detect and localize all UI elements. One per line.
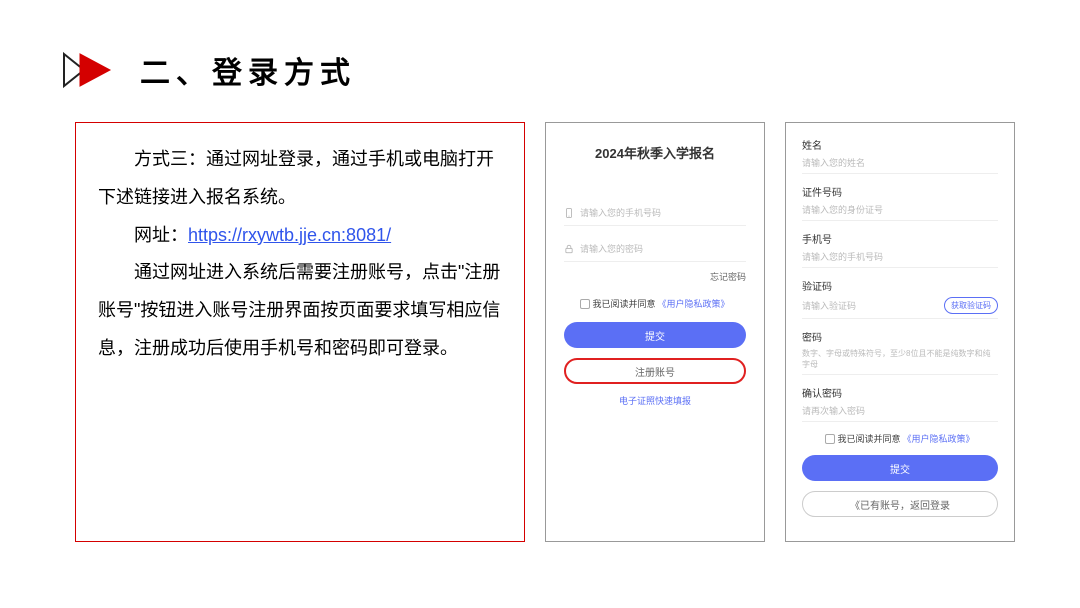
reg-phone-input[interactable]: 请输入您的手机号码 (802, 250, 998, 268)
name-input[interactable]: 请输入您的姓名 (802, 156, 998, 174)
slide-title: 二、登录方式 (140, 48, 356, 92)
register-screen: 姓名 请输入您的姓名 证件号码 请输入您的身份证号 手机号 请输入您的手机号码 … (785, 122, 1015, 542)
register-policy-link[interactable]: 《用户隐私政策》 (903, 432, 975, 445)
description-box: 方式三：通过网址登录，通过手机或电脑打开下述链接进入报名系统。 网址：https… (75, 122, 525, 542)
name-field-group: 姓名 请输入您的姓名 (802, 137, 998, 174)
login-agree-text: 我已阅读并同意 (592, 297, 655, 310)
register-button[interactable]: 注册账号 (564, 358, 746, 384)
login-phone-placeholder: 请输入您的手机号码 (580, 206, 661, 219)
register-agree-checkbox[interactable] (825, 434, 835, 444)
confirm-label: 确认密码 (802, 385, 998, 400)
desc-p3: 通过网址进入系统后需要注册账号，点击"注册账号"按钮进入账号注册界面按页面要求填… (98, 254, 502, 367)
name-label: 姓名 (802, 137, 998, 152)
confirm-input[interactable]: 请再次输入密码 (802, 404, 998, 422)
pwd-label: 密码 (802, 329, 998, 344)
signup-url-link[interactable]: https://rxywtb.jje.cn:8081/ (188, 225, 391, 245)
login-phone-input[interactable]: 请输入您的手机号码 (564, 200, 746, 226)
id-input[interactable]: 请输入您的身份证号 (802, 203, 998, 221)
id-field-group: 证件号码 请输入您的身份证号 (802, 184, 998, 221)
pwd-field-group: 密码 数字、字母或特殊符号，至少8位且不能是纯数字和纯字母 (802, 329, 998, 375)
login-password-input[interactable]: 请输入您的密码 (564, 236, 746, 262)
confirm-field-group: 确认密码 请再次输入密码 (802, 385, 998, 422)
ecert-link[interactable]: 电子证照快速填报 (564, 394, 746, 407)
reg-phone-field-group: 手机号 请输入您的手机号码 (802, 231, 998, 268)
phone-icon (564, 208, 574, 218)
slide-header: 二、登录方式 (0, 0, 1080, 92)
code-field-group: 验证码 请输入验证码 获取验证码 (802, 278, 998, 319)
logo-icon (60, 50, 120, 90)
register-submit-button[interactable]: 提交 (802, 455, 998, 481)
lock-icon (564, 244, 574, 254)
login-title: 2024年秋季入学报名 (564, 143, 746, 162)
url-prefix: 网址： (134, 225, 188, 245)
login-policy-link[interactable]: 《用户隐私政策》 (658, 297, 730, 310)
login-submit-button[interactable]: 提交 (564, 322, 746, 348)
login-agree-row: 我已阅读并同意 《用户隐私政策》 (564, 297, 746, 310)
register-agree-row: 我已阅读并同意 《用户隐私政策》 (802, 432, 998, 445)
login-password-placeholder: 请输入您的密码 (580, 242, 643, 255)
login-agree-checkbox[interactable] (580, 299, 590, 309)
get-code-button[interactable]: 获取验证码 (944, 297, 998, 314)
code-input[interactable]: 请输入验证码 获取验证码 (802, 297, 998, 319)
login-screen: 2024年秋季入学报名 请输入您的手机号码 请输入您的密码 忘记密码 我已阅读并… (545, 122, 765, 542)
id-label: 证件号码 (802, 184, 998, 199)
forgot-password-link[interactable]: 忘记密码 (564, 270, 746, 283)
back-to-login-button[interactable]: 《已有账号，返回登录 (802, 491, 998, 517)
pwd-input[interactable]: 数字、字母或特殊符号，至少8位且不能是纯数字和纯字母 (802, 348, 998, 375)
desc-p2: 网址：https://rxywtb.jje.cn:8081/ (98, 217, 502, 255)
desc-p1: 方式三：通过网址登录，通过手机或电脑打开下述链接进入报名系统。 (98, 141, 502, 217)
code-label: 验证码 (802, 278, 998, 293)
slide-content: 方式三：通过网址登录，通过手机或电脑打开下述链接进入报名系统。 网址：https… (0, 92, 1080, 542)
register-agree-text: 我已阅读并同意 (837, 432, 900, 445)
reg-phone-label: 手机号 (802, 231, 998, 246)
